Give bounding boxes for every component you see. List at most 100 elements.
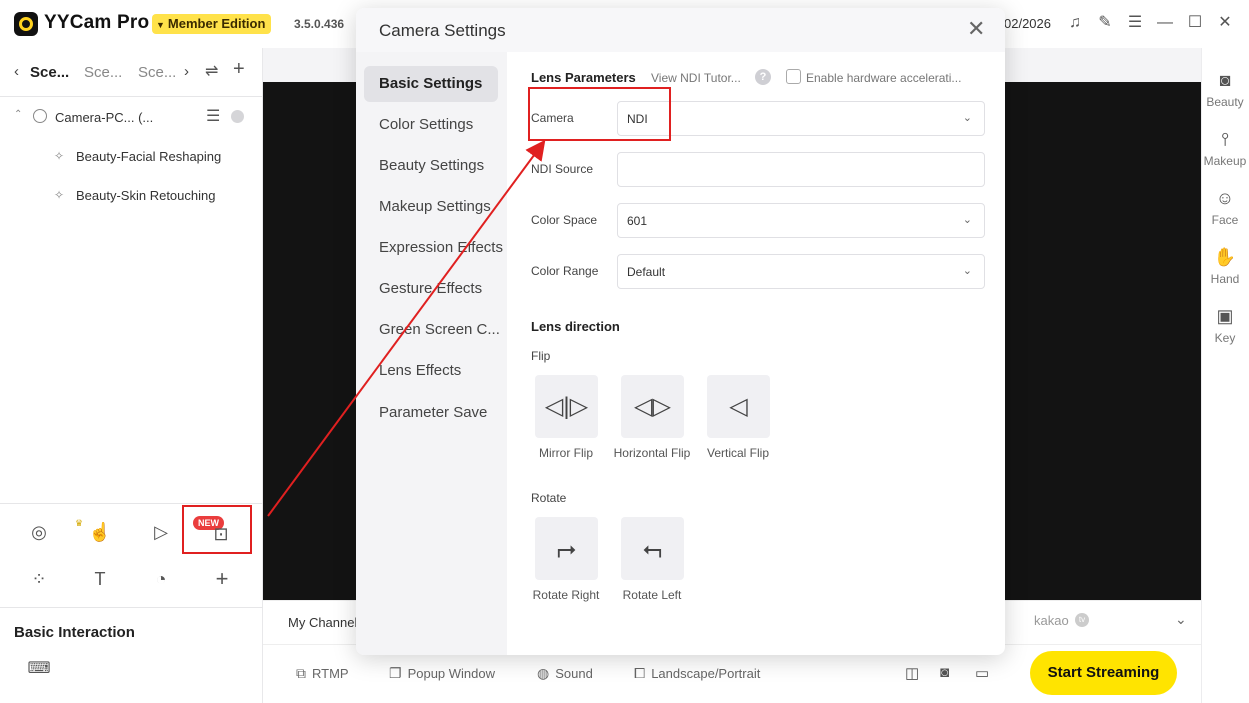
basic-interaction-title: Basic Interaction [14,624,135,641]
nav-basic-settings[interactable]: Basic Settings [379,75,482,92]
nav-green-screen[interactable]: Green Screen C... [379,321,500,338]
nav-beauty-settings[interactable]: Beauty Settings [379,157,484,174]
ndi-source-label: NDI Source [531,162,594,176]
mirror-flip-icon: ◁|▷ [544,393,589,420]
hw-accel-checkbox[interactable] [786,69,801,84]
dialog-title: Camera Settings [379,21,506,40]
color-space-value: 601 [627,214,648,228]
rotate-right-label: Rotate Right [532,588,600,602]
source-menu-icon[interactable]: ☰ [206,106,220,126]
crown-icon: ♛ [75,518,84,528]
rs-face-label: Face [1211,213,1239,227]
hand-tool-icon[interactable]: ☝ [87,519,113,545]
my-channel-label[interactable]: My Channel [288,615,357,630]
rotate-left-icon: ⮢ [642,535,663,562]
scene-tab-2[interactable]: Sce... [84,64,122,81]
nav-makeup-settings[interactable]: Makeup Settings [379,198,491,215]
beauty-filter-icon: ✧ [54,149,65,163]
orientation-icon: ⧠ [634,665,646,681]
keyboard-icon[interactable]: ⌨ [26,656,52,682]
snapshot-icon[interactable]: ◙ [940,664,949,681]
menu-icon[interactable]: ☰ [1124,12,1146,34]
rs-beauty[interactable]: ◙ Beauty [1201,70,1249,109]
rs-key[interactable]: ▣ Key [1201,306,1249,345]
tv-icon: tv [1075,613,1089,627]
collapse-icon[interactable]: ⌃ [14,109,22,120]
source-remove-icon[interactable] [231,110,244,123]
beauty-icon: ◙ [1219,70,1231,90]
mirror-flip-button[interactable]: ◁|▷ [535,375,598,438]
rotate-right-icon: ⮣ [556,535,577,562]
sparkle-tool-icon[interactable]: ⁘ [26,566,52,592]
rtmp-button[interactable]: ⧉ RTMP [296,665,349,682]
edit-icon[interactable]: ✎ [1094,12,1116,34]
member-label: Member Edition [167,16,266,31]
scene-tab-3[interactable]: Sce... [138,64,176,81]
color-range-select[interactable]: Default ⌄ [617,254,985,289]
popup-icon: ❐ [389,665,402,681]
rotate-right-button[interactable]: ⮣ [535,517,598,580]
popup-window-button[interactable]: ❐ Popup Window [389,665,495,682]
tree-item-facial-reshaping[interactable]: Beauty-Facial Reshaping [76,149,221,164]
chevron-down-icon: ⌄ [962,214,972,226]
rs-face[interactable]: ☺ Face [1201,188,1249,227]
nav-lens-effects[interactable]: Lens Effects [379,362,461,379]
member-edition-badge[interactable]: ▼ Member Edition [152,14,272,34]
sound-button[interactable]: ◍ Sound [537,665,593,682]
lens-direction-title: Lens direction [531,319,620,334]
minimize-icon[interactable]: — [1154,12,1176,34]
start-streaming-button[interactable]: Start Streaming [1030,651,1177,695]
camera-select[interactable]: NDI ⌄ [617,101,985,136]
sliders-icon[interactable]: ⇌ [205,61,218,81]
rotate-left-button[interactable]: ⮢ [621,517,684,580]
ndi-source-input[interactable] [617,152,985,187]
add-scene-icon[interactable]: + [233,58,245,81]
nav-gesture-effects[interactable]: Gesture Effects [379,280,482,297]
horizontal-flip-button[interactable]: ◁▷ [621,375,684,438]
landscape-portrait-button[interactable]: ⧠ Landscape/Portrait [634,665,760,682]
color-range-value: Default [627,265,666,279]
app-title: YYCam Pro [44,12,150,33]
rs-key-label: Key [1214,331,1236,345]
chevron-left-icon[interactable]: ‹ [14,63,19,80]
help-icon[interactable]: ? [755,69,771,85]
add-tool-icon[interactable]: + [209,566,235,592]
text-tool-icon[interactable]: T [87,566,113,592]
video-tool-icon[interactable]: ▷ [148,519,174,545]
cast-tool-icon[interactable]: ⊡ [208,521,234,547]
rs-makeup[interactable]: ⫯ Makeup [1201,129,1249,168]
ndi-tutorial-link[interactable]: View NDI Tutor... [651,71,741,85]
kakao-tv-logo[interactable]: kakao [1034,613,1069,628]
close-icon[interactable]: ✕ [967,18,985,40]
sound-icon: ◍ [537,665,550,681]
face-icon: ☺ [1215,188,1235,208]
sticker-tool-icon[interactable]: ◔ [148,566,174,592]
channel-expand-icon[interactable]: ⌄ [1175,611,1187,628]
divider [0,96,263,97]
chevron-right-icon[interactable]: › [184,63,189,80]
lens-parameters-title: Lens Parameters [531,70,636,85]
rotate-left-label: Rotate Left [622,588,682,602]
date-label: 02/2026 [1004,16,1051,31]
vertical-flip-button[interactable]: ◁ [707,375,770,438]
color-range-label: Color Range [531,264,599,278]
nav-expression-effects[interactable]: Expression Effects [379,239,503,256]
camera-source-label[interactable]: Camera-PC... (... [55,110,153,125]
left-panel [0,48,263,703]
nav-parameter-save[interactable]: Parameter Save [379,404,487,421]
camera-tool-icon[interactable]: ◎ [26,519,52,545]
color-space-select[interactable]: 601 ⌄ [617,203,985,238]
horizontal-flip-label: Horizontal Flip [613,446,691,460]
headset-icon[interactable]: ♫ [1064,12,1086,34]
split-view-icon[interactable]: ◫ [905,664,919,682]
scene-tab-1[interactable]: Sce... [30,64,69,81]
rs-hand[interactable]: ✋ Hand [1201,247,1249,286]
camera-source-icon [33,109,47,123]
rs-makeup-label: Makeup [1203,154,1247,168]
record-icon[interactable]: ▭ [975,664,989,682]
rs-hand-label: Hand [1210,272,1240,286]
nav-color-settings[interactable]: Color Settings [379,116,473,133]
maximize-icon[interactable]: ☐ [1184,12,1206,34]
close-window-icon[interactable]: ✕ [1214,12,1236,34]
tree-item-skin-retouching[interactable]: Beauty-Skin Retouching [76,188,215,203]
